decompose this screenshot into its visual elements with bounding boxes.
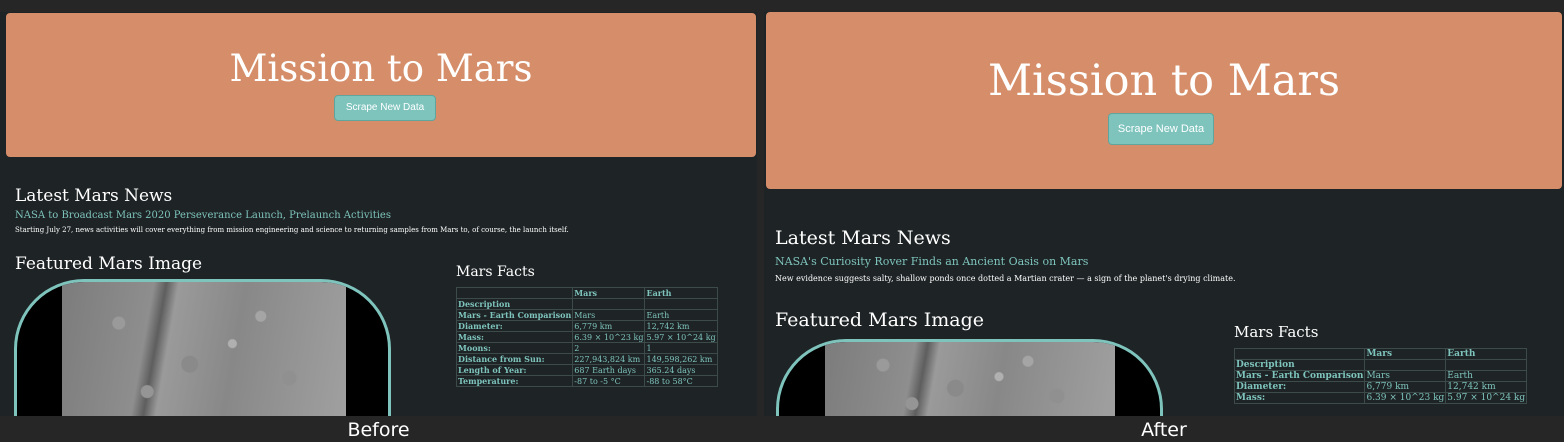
featured-image-heading: Featured Mars Image: [775, 309, 985, 331]
facts-cell: -88 to 58°C: [644, 375, 718, 387]
facts-cell: [1364, 359, 1447, 371]
facts-row-label: Length of Year:: [455, 364, 574, 376]
facts-row: Distance from Sun: 227,943,824 km 149,598,…: [455, 353, 718, 365]
facts-row-label: Description: [1233, 359, 1366, 371]
facts-row: Length of Year: 687 Earth days 365.24 days: [455, 364, 718, 376]
before-caption: Before: [347, 419, 410, 441]
facts-table: Mars Earth Description Mars - Earth Compari…: [1233, 348, 1528, 404]
news-teaser: Starting July 27, news activities will c…: [15, 226, 569, 234]
facts-cell: 227,943,824 km: [572, 353, 646, 365]
facts-cell: Earth: [644, 309, 718, 321]
scrape-button[interactable]: Scrape New Data: [1108, 113, 1214, 145]
facts-cell: 12,742 km: [644, 320, 718, 332]
facts-cell: 5.97 × 10^24 kg: [1445, 392, 1528, 404]
facts-cell: [1445, 359, 1528, 371]
facts-row-label: Temperature:: [455, 375, 574, 387]
page-title: Mission to Mars: [987, 56, 1341, 106]
facts-row-label: Mass:: [1233, 392, 1366, 404]
featured-mars-image: [62, 282, 346, 416]
facts-heading: Mars Facts: [456, 264, 535, 280]
facts-cell: 149,598,262 km: [644, 353, 718, 365]
facts-row: Mass: 6.39 × 10^23 kg 5.97 × 10^24 kg: [1233, 392, 1528, 404]
facts-cell: Mars: [1364, 370, 1447, 382]
facts-cell: 12,742 km: [1445, 381, 1528, 393]
news-teaser: New evidence suggests salty, shallow pon…: [775, 274, 1236, 283]
facts-cell: [644, 298, 718, 310]
facts-cell: Earth: [1445, 370, 1528, 382]
facts-cell: 2: [572, 342, 646, 354]
page-title: Mission to Mars: [229, 47, 533, 90]
facts-cell: 365.24 days: [644, 364, 718, 376]
news-title-link[interactable]: NASA's Curiosity Rover Finds an Ancient …: [775, 255, 1088, 268]
facts-column-header: Mars: [1364, 348, 1447, 360]
facts-row: Mars - Earth Comparison Mars Earth: [1233, 370, 1528, 382]
after-panel: Mission to Mars Scrape New Data Latest M…: [764, 12, 1564, 416]
featured-mars-image: [825, 342, 1115, 416]
facts-row-label: Distance from Sun:: [455, 353, 574, 365]
facts-row: Temperature: -87 to -5 °C -88 to 58°C: [455, 375, 718, 387]
facts-column-header: Mars: [572, 287, 646, 299]
news-heading: Latest Mars News: [15, 186, 173, 206]
facts-cell: 1: [644, 342, 718, 354]
facts-row-label: Mars - Earth Comparison: [455, 309, 574, 321]
facts-cell: -87 to -5 °C: [572, 375, 646, 387]
facts-column-header: [1233, 348, 1366, 360]
facts-column-header: [455, 287, 574, 299]
facts-row: Diameter: 6,779 km 12,742 km: [455, 320, 718, 332]
featured-image-frame: [776, 339, 1163, 416]
facts-row: Moons: 2 1: [455, 342, 718, 354]
facts-row-label: Diameter:: [1233, 381, 1366, 393]
facts-cell: 6,779 km: [572, 320, 646, 332]
facts-cell: 687 Earth days: [572, 364, 646, 376]
facts-row-label: Diameter:: [455, 320, 574, 332]
header-jumbotron: Mission to Mars Scrape New Data: [6, 13, 756, 157]
facts-heading: Mars Facts: [1234, 323, 1319, 341]
facts-cell: [572, 298, 646, 310]
facts-header-row: Mars Earth: [1233, 348, 1528, 360]
news-heading: Latest Mars News: [775, 227, 951, 249]
facts-column-header: Earth: [1445, 348, 1528, 360]
facts-cell: 6.39 × 10^23 kg: [572, 331, 646, 343]
facts-cell: 6.39 × 10^23 kg: [1364, 392, 1447, 404]
facts-cell: Mars: [572, 309, 646, 321]
facts-table: Mars Earth Description Mars - Earth Compari…: [455, 287, 718, 387]
featured-image-frame: [14, 279, 391, 416]
after-caption: After: [1141, 419, 1187, 441]
before-panel: Mission to Mars Scrape New Data Latest M…: [0, 12, 757, 416]
facts-row: Description: [1233, 359, 1528, 371]
facts-cell: 6,779 km: [1364, 381, 1447, 393]
facts-row: Description: [455, 298, 718, 310]
scrape-button[interactable]: Scrape New Data: [334, 95, 436, 121]
facts-column-header: Earth: [644, 287, 718, 299]
facts-row: Diameter: 6,779 km 12,742 km: [1233, 381, 1528, 393]
facts-row: Mars - Earth Comparison Mars Earth: [455, 309, 718, 321]
facts-row-label: Mass:: [455, 331, 574, 343]
facts-row-label: Description: [455, 298, 574, 310]
facts-row: Mass: 6.39 × 10^23 kg 5.97 × 10^24 kg: [455, 331, 718, 343]
facts-row-label: Mars - Earth Comparison: [1233, 370, 1366, 382]
facts-header-row: Mars Earth: [455, 287, 718, 299]
facts-row-label: Moons:: [455, 342, 574, 354]
header-jumbotron: Mission to Mars Scrape New Data: [766, 12, 1562, 189]
news-title-link[interactable]: NASA to Broadcast Mars 2020 Perseverance…: [15, 210, 391, 221]
facts-cell: 5.97 × 10^24 kg: [644, 331, 718, 343]
featured-image-heading: Featured Mars Image: [15, 254, 203, 274]
